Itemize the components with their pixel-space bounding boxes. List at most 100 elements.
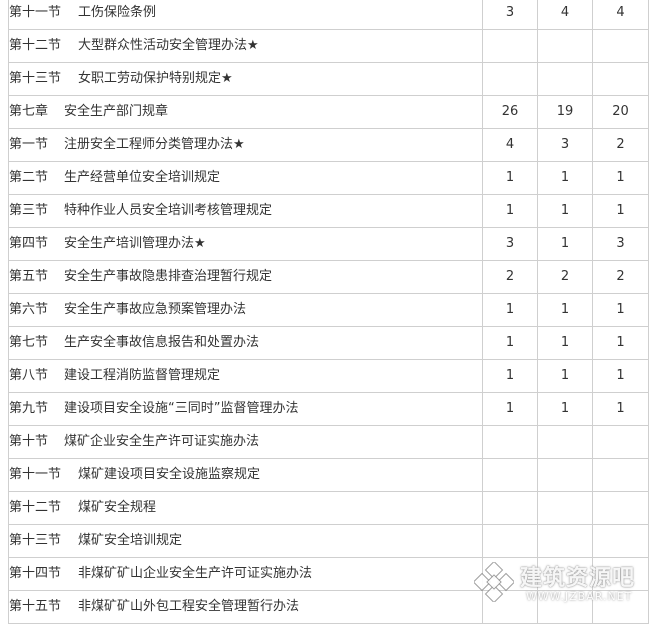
section-label: 第十四节 — [9, 566, 62, 581]
section-label: 第七章 — [9, 104, 49, 119]
section-title: 非煤矿矿山企业安全生产许可证实施办法 — [78, 566, 313, 581]
score-cell-3: 1 — [592, 392, 649, 426]
section-title: 安全生产培训管理办法★ — [64, 236, 206, 251]
score-cell-3 — [592, 62, 649, 96]
section-title: 生产安全事故信息报告和处置办法 — [64, 335, 260, 350]
score-cell-1 — [482, 524, 538, 558]
table-row: 第十节 煤矿企业安全生产许可证实施办法 — [8, 425, 649, 459]
table-row: 第九节 建设项目安全设施“三同时”监督管理办法 1 1 1 — [8, 392, 649, 426]
table-row: 第四节 安全生产培训管理办法★ 3 1 3 — [8, 227, 649, 261]
score-cell-2: 4 — [537, 0, 593, 30]
section-title-cell: 第四节 安全生产培训管理办法★ — [8, 227, 483, 261]
score-cell-2: 1 — [537, 227, 593, 261]
score-cell-1: 1 — [482, 194, 538, 228]
section-label: 第五节 — [9, 269, 49, 284]
section-title: 安全生产事故隐患排查治理暂行规定 — [64, 269, 273, 284]
section-label: 第九节 — [9, 401, 49, 416]
score-cell-3: 1 — [592, 161, 649, 195]
section-title-cell: 第七章 安全生产部门规章 — [8, 95, 483, 129]
section-title-cell: 第六节 安全生产事故应急预案管理办法 — [8, 293, 483, 327]
section-label: 第一节 — [9, 137, 49, 152]
score-cell-1: 1 — [482, 161, 538, 195]
table-row: 第十三节 女职工劳动保护特别规定★ — [8, 62, 649, 96]
score-cell-1 — [482, 557, 538, 591]
score-cell-3: 3 — [592, 227, 649, 261]
score-cell-1 — [482, 62, 538, 96]
table-row: 第十一节 工伤保险条例 3 4 4 — [8, 0, 649, 30]
section-label: 第七节 — [9, 335, 49, 350]
section-title-cell: 第十二节 煤矿安全规程 — [8, 491, 483, 525]
section-title: 非煤矿矿山外包工程安全管理暂行办法 — [78, 599, 300, 614]
score-cell-2: 19 — [537, 95, 593, 129]
section-title: 煤矿安全培训规定 — [78, 533, 183, 548]
score-cell-1 — [482, 29, 538, 63]
section-title: 安全生产事故应急预案管理办法 — [64, 302, 247, 317]
section-label: 第十二节 — [9, 38, 62, 53]
section-title: 生产经营单位安全培训规定 — [64, 170, 221, 185]
section-title-cell: 第二节 生产经营单位安全培训规定 — [8, 161, 483, 195]
table-row: 第一节 注册安全工程师分类管理办法★ 4 3 2 — [8, 128, 649, 162]
score-cell-3: 20 — [592, 95, 649, 129]
score-cell-2 — [537, 557, 593, 591]
score-cell-1 — [482, 425, 538, 459]
score-cell-2 — [537, 491, 593, 525]
score-cell-2: 3 — [537, 128, 593, 162]
section-label: 第六节 — [9, 302, 49, 317]
score-cell-3 — [592, 458, 649, 492]
section-label: 第十三节 — [9, 533, 62, 548]
score-cell-1 — [482, 590, 538, 624]
section-title: 煤矿企业安全生产许可证实施办法 — [64, 434, 260, 449]
section-title: 注册安全工程师分类管理办法★ — [64, 137, 245, 152]
section-title-cell: 第五节 安全生产事故隐患排查治理暂行规定 — [8, 260, 483, 294]
section-title: 女职工劳动保护特别规定★ — [78, 71, 233, 86]
section-title: 建设工程消防监督管理规定 — [64, 368, 221, 383]
score-cell-2: 2 — [537, 260, 593, 294]
section-label: 第十一节 — [9, 467, 62, 482]
table-row: 第十一节 煤矿建设项目安全设施监察规定 — [8, 458, 649, 492]
section-label: 第八节 — [9, 368, 49, 383]
section-title-cell: 第十五节 非煤矿矿山外包工程安全管理暂行办法 — [8, 590, 483, 624]
score-cell-1 — [482, 458, 538, 492]
section-title: 建设项目安全设施“三同时”监督管理办法 — [64, 401, 299, 416]
score-cell-2 — [537, 524, 593, 558]
section-title-cell: 第十一节 工伤保险条例 — [8, 0, 483, 30]
section-title-cell: 第十三节 煤矿安全培训规定 — [8, 524, 483, 558]
section-title-cell: 第八节 建设工程消防监督管理规定 — [8, 359, 483, 393]
table-row: 第十三节 煤矿安全培训规定 — [8, 524, 649, 558]
section-label: 第十节 — [9, 434, 49, 449]
score-cell-3: 4 — [592, 0, 649, 30]
score-cell-1: 26 — [482, 95, 538, 129]
score-cell-1: 1 — [482, 326, 538, 360]
score-cell-1: 3 — [482, 227, 538, 261]
score-cell-2: 1 — [537, 359, 593, 393]
section-title-cell: 第三节 特种作业人员安全培训考核管理规定 — [8, 194, 483, 228]
score-cell-3: 1 — [592, 326, 649, 360]
section-title: 安全生产部门规章 — [64, 104, 169, 119]
score-cell-2 — [537, 590, 593, 624]
score-cell-1: 3 — [482, 0, 538, 30]
section-label: 第十三节 — [9, 71, 62, 86]
section-label: 第十一节 — [9, 5, 62, 20]
score-cell-3 — [592, 29, 649, 63]
table-row: 第五节 安全生产事故隐患排查治理暂行规定 2 2 2 — [8, 260, 649, 294]
table-row: 第八节 建设工程消防监督管理规定 1 1 1 — [8, 359, 649, 393]
section-title-cell: 第十一节 煤矿建设项目安全设施监察规定 — [8, 458, 483, 492]
section-label: 第四节 — [9, 236, 49, 251]
section-title: 特种作业人员安全培训考核管理规定 — [64, 203, 273, 218]
score-cell-1: 2 — [482, 260, 538, 294]
score-cell-2 — [537, 458, 593, 492]
score-cell-1: 4 — [482, 128, 538, 162]
table-row: 第七章 安全生产部门规章 26 19 20 — [8, 95, 649, 129]
score-cell-1 — [482, 491, 538, 525]
score-cell-2: 1 — [537, 392, 593, 426]
section-title-cell: 第九节 建设项目安全设施“三同时”监督管理办法 — [8, 392, 483, 426]
section-label: 第三节 — [9, 203, 49, 218]
table-row: 第二节 生产经营单位安全培训规定 1 1 1 — [8, 161, 649, 195]
table-row: 第十二节 大型群众性活动安全管理办法★ — [8, 29, 649, 63]
section-title: 大型群众性活动安全管理办法★ — [78, 38, 259, 53]
score-cell-2: 1 — [537, 293, 593, 327]
score-cell-2 — [537, 425, 593, 459]
section-title: 煤矿建设项目安全设施监察规定 — [78, 467, 261, 482]
score-cell-3 — [592, 557, 649, 591]
score-cell-1: 1 — [482, 392, 538, 426]
